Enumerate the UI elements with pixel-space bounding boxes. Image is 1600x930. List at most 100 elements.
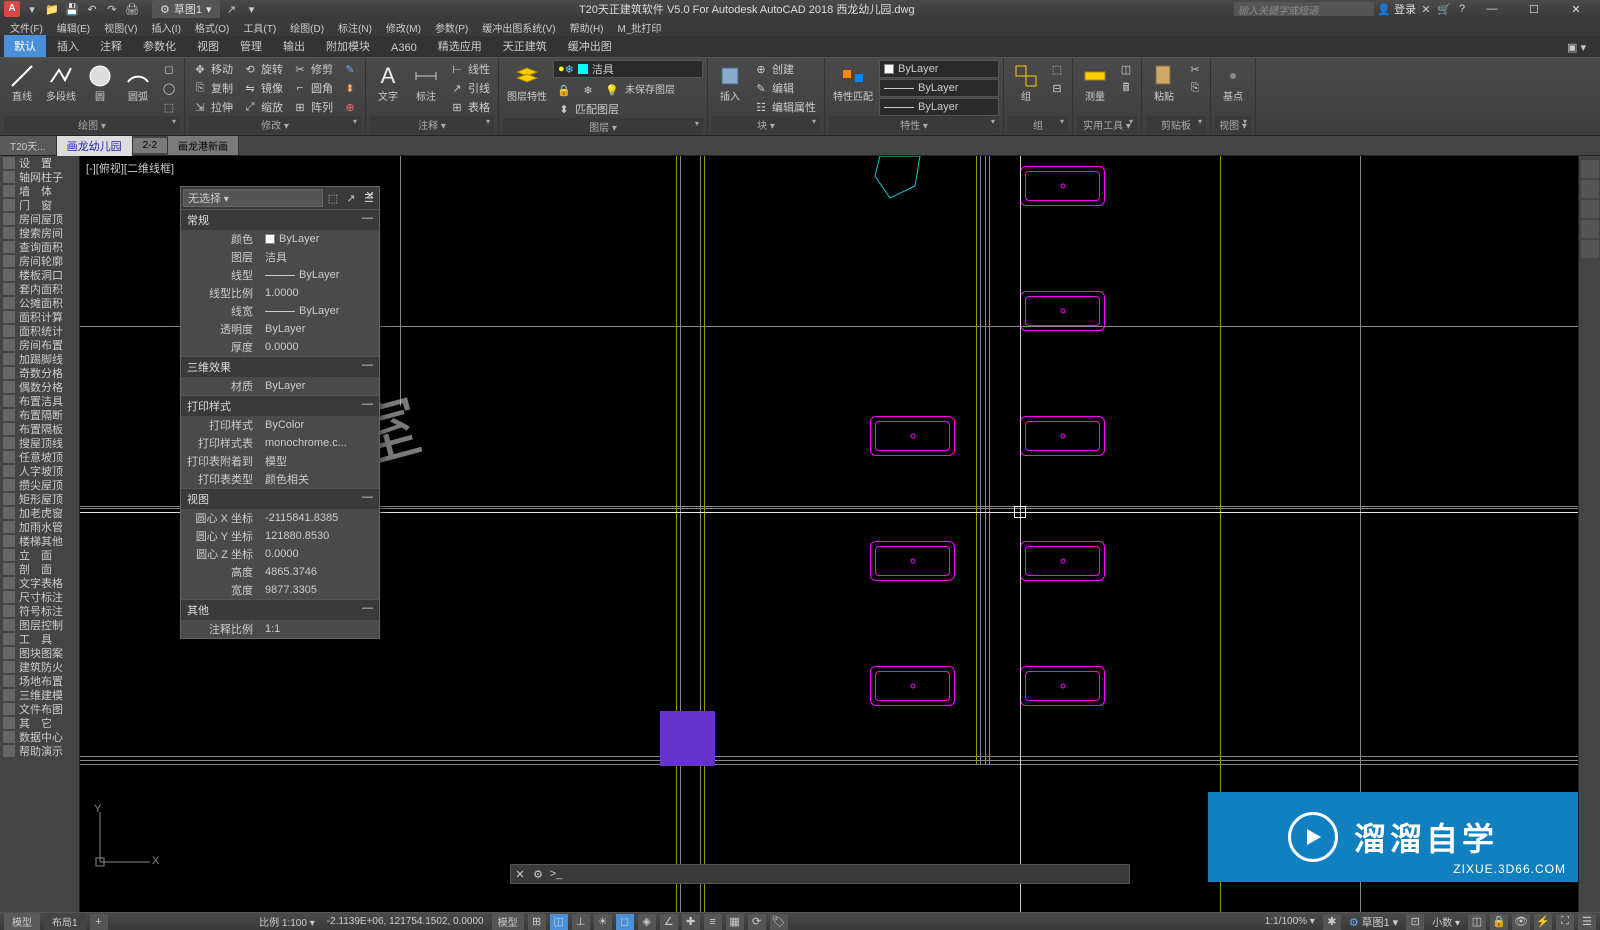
polar-toggle[interactable]: ☀ — [594, 914, 612, 930]
dyn-toggle[interactable]: ✚ — [682, 914, 700, 930]
tool-3[interactable]: 门 窗 — [0, 198, 79, 212]
login-label[interactable]: 登录 — [1394, 1, 1416, 17]
tool-24[interactable]: 矩形屋顶 — [0, 492, 79, 506]
panel-label-modify[interactable]: 修改 ▾ — [189, 116, 361, 133]
block-editattr-button[interactable]: ☷编辑属性 — [750, 98, 820, 116]
hardware-toggle[interactable]: ⚡ — [1534, 914, 1552, 930]
drawing-canvas[interactable]: [-][俯视][二维线框] 息室 — [80, 156, 1578, 912]
anno-visibility-toggle[interactable]: ✱ — [1323, 914, 1341, 930]
scale-label[interactable]: 比例 1:100 ▾ — [255, 914, 319, 929]
copy-clip-button[interactable]: ⎘ — [1184, 79, 1206, 97]
fillet-button[interactable]: ⌐圆角 — [289, 79, 337, 97]
tool-33[interactable]: 图层控制 — [0, 618, 79, 632]
tool-5[interactable]: 搜索房间 — [0, 226, 79, 240]
text-button[interactable]: A文字 — [370, 60, 406, 105]
panel-label-clipboard[interactable]: 剪贴板 — [1146, 116, 1206, 133]
table-button[interactable]: ⊞表格 — [446, 98, 494, 116]
props-section-misc[interactable]: 其他— — [181, 599, 379, 620]
qat-share-icon[interactable]: ↗ — [224, 1, 240, 17]
decimal-dropdown[interactable]: 小数 ▾ — [1428, 914, 1464, 929]
tool-16[interactable]: 偶数分格 — [0, 380, 79, 394]
cmd-customize-icon[interactable]: ⚙ — [529, 865, 547, 883]
tool-31[interactable]: 尺寸标注 — [0, 590, 79, 604]
help-search-input[interactable]: 输入关键字或短语 — [1234, 2, 1374, 16]
tab-manage[interactable]: 管理 — [230, 35, 272, 57]
layout-tab[interactable]: 布局1 — [44, 913, 86, 930]
cleanscreen-toggle[interactable]: ⛶ — [1556, 914, 1574, 930]
menu-help[interactable]: 帮助(H) — [564, 19, 610, 36]
tool-42[interactable]: 帮助演示 — [0, 744, 79, 758]
props-section-general[interactable]: 常规— — [181, 209, 379, 230]
tool-38[interactable]: 三维建模 — [0, 688, 79, 702]
leader-button[interactable]: ↗引线 — [446, 79, 494, 97]
tool-2[interactable]: 墙 体 — [0, 184, 79, 198]
dimension-button[interactable]: 标注 — [408, 60, 444, 105]
ribbon-collapse-button[interactable]: ▣ ▾ — [1557, 38, 1596, 57]
props-section-3d[interactable]: 三维效果— — [181, 356, 379, 377]
trim-button[interactable]: ✂修剪 — [289, 60, 337, 78]
tab-annotate[interactable]: 注释 — [90, 35, 132, 57]
tool-30[interactable]: 文字表格 — [0, 576, 79, 590]
tool-12[interactable]: 面积统计 — [0, 324, 79, 338]
linetype-button[interactable]: ⊢线性 — [446, 60, 494, 78]
tool-17[interactable]: 布置洁具 — [0, 394, 79, 408]
rotate-button[interactable]: ⟲旋转 — [239, 60, 287, 78]
modify-extra-1[interactable]: ✎ — [339, 60, 361, 78]
command-line[interactable]: ✕ ⚙ >_ — [510, 864, 1130, 884]
model-space-button[interactable]: 模型 — [492, 913, 524, 930]
qat-redo-icon[interactable]: ↷ — [104, 1, 120, 17]
help-icon[interactable]: ? — [1454, 1, 1470, 17]
nav-orbit-icon[interactable] — [1581, 220, 1599, 238]
snap-toggle[interactable]: ◫ — [550, 914, 568, 930]
cut-button[interactable]: ✂ — [1184, 60, 1206, 78]
anno-scale-dropdown[interactable]: 1:1/100% ▾ — [1261, 916, 1319, 927]
group-edit-button[interactable]: ⬚ — [1046, 60, 1068, 78]
customize-status-button[interactable]: ☰ — [1578, 914, 1596, 930]
minimize-button[interactable]: — — [1472, 0, 1512, 18]
tool-41[interactable]: 数据中心 — [0, 730, 79, 744]
qat-print-icon[interactable]: 🖨 — [124, 1, 140, 17]
draw-extra-2[interactable]: ◯ — [158, 79, 180, 97]
util-extra-1[interactable]: ◫ — [1115, 60, 1137, 78]
quickprops-toggle[interactable]: ◫ — [1468, 914, 1486, 930]
app-icon[interactable]: A — [4, 1, 20, 17]
menu-tools[interactable]: 工具(T) — [237, 19, 282, 36]
menu-dimension[interactable]: 标注(N) — [332, 19, 378, 36]
linetype-dropdown[interactable]: ByLayer — [879, 98, 999, 116]
lineweight-dropdown[interactable]: ByLayer — [879, 79, 999, 97]
arc-button[interactable]: 圆弧 — [120, 60, 156, 105]
file-tab-3[interactable]: 画龙港新画 — [168, 136, 239, 155]
quick-select-icon[interactable]: ⬚ — [325, 190, 341, 206]
tool-1[interactable]: 轴网柱子 — [0, 170, 79, 184]
draw-extra-1[interactable]: ◻ — [158, 60, 180, 78]
layer-off-button[interactable]: 💡 — [601, 81, 623, 99]
panel-label-properties[interactable]: 特性 ▾ — [829, 116, 999, 133]
panel-label-draw[interactable]: 绘图 ▾ — [4, 116, 180, 133]
tool-6[interactable]: 查询面积 — [0, 240, 79, 254]
transparency-toggle[interactable]: ▦ — [726, 914, 744, 930]
cart-icon[interactable]: 🛒 — [1436, 1, 1452, 17]
match-properties-button[interactable]: 特性匹配 — [829, 60, 877, 105]
tab-addins[interactable]: 附加模块 — [316, 35, 380, 57]
signin-icon[interactable]: 👤 — [1376, 1, 1392, 17]
nav-wheel-icon[interactable] — [1581, 160, 1599, 178]
paste-button[interactable]: 粘贴 — [1146, 60, 1182, 105]
tab-parametric[interactable]: 参数化 — [133, 35, 186, 57]
move-button[interactable]: ✥移动 — [189, 60, 237, 78]
tab-output[interactable]: 输出 — [273, 35, 315, 57]
select-objects-icon[interactable]: ↗ — [343, 190, 359, 206]
cmd-close-icon[interactable]: ✕ — [511, 865, 529, 883]
panel-label-block[interactable]: 块 ▾ — [712, 116, 820, 133]
tool-10[interactable]: 公摊面积 — [0, 296, 79, 310]
lwt-toggle[interactable]: ≡ — [704, 914, 722, 930]
tab-default[interactable]: 默认 — [4, 35, 46, 57]
otrack-toggle[interactable]: ∠ — [660, 914, 678, 930]
workspace-dropdown[interactable]: ⚙ 草图1 ▾ — [1345, 914, 1402, 930]
tool-37[interactable]: 场地布置 — [0, 674, 79, 688]
3dosnap-toggle[interactable]: ◈ — [638, 914, 656, 930]
grid-toggle[interactable]: ⊞ — [528, 914, 546, 930]
qat-undo-icon[interactable]: ↶ — [84, 1, 100, 17]
qat-new-icon[interactable]: ▾ — [24, 1, 40, 17]
tool-23[interactable]: 攒尖屋顶 — [0, 478, 79, 492]
modify-extra-3[interactable]: ⊕ — [339, 98, 361, 116]
